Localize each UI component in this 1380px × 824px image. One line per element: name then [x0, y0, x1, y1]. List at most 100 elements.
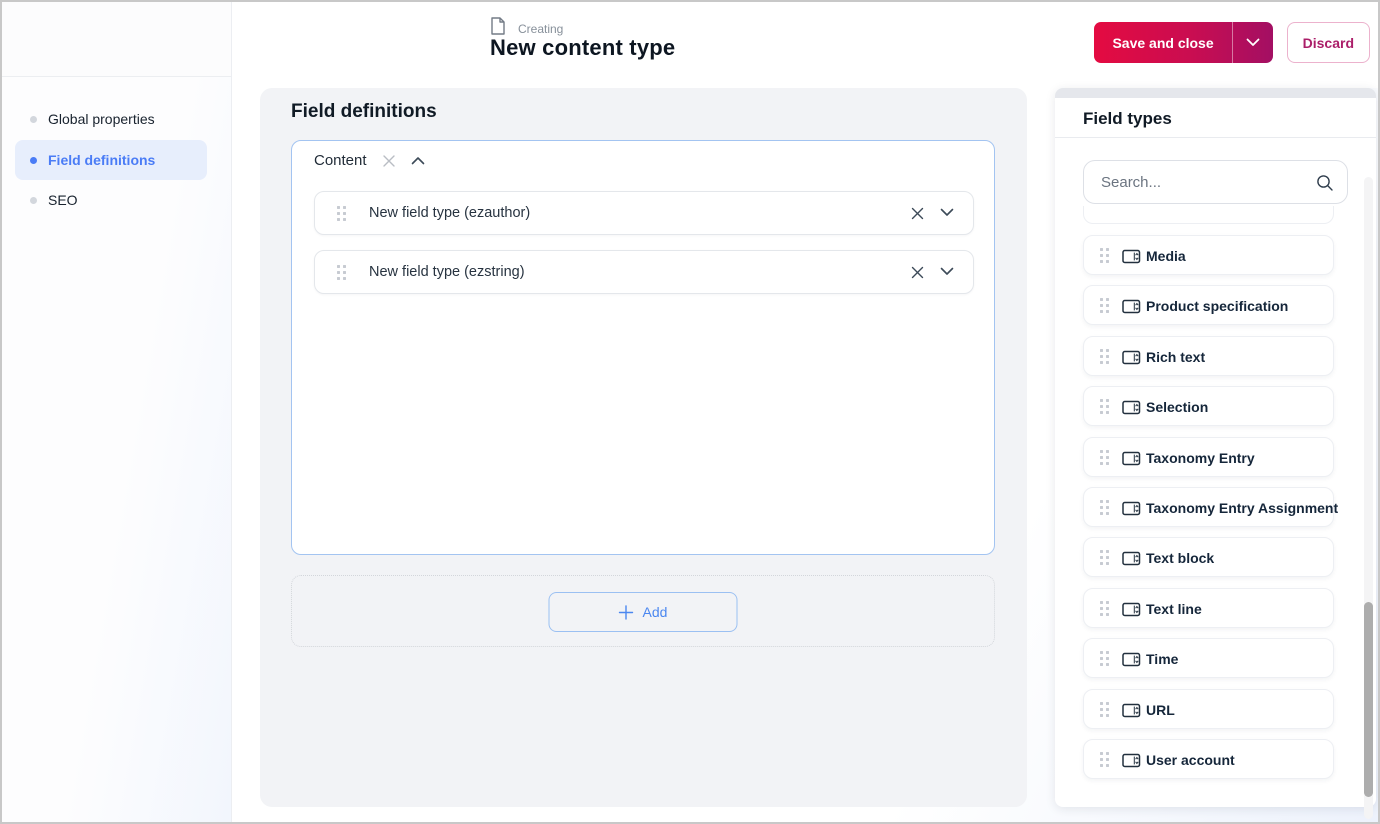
field-type-icon [1122, 299, 1141, 319]
sidebar: Global properties Field definitions SEO [2, 2, 232, 822]
search-icon [1316, 174, 1334, 197]
chevron-down-icon [1246, 38, 1260, 46]
bullet-icon [30, 156, 37, 164]
field-type-label: Time [1146, 651, 1179, 668]
save-and-close-split-button: Save and close [1094, 22, 1273, 63]
field-definition-row[interactable]: New field type (ezauthor) [314, 191, 974, 235]
expand-field-button[interactable] [940, 267, 954, 276]
drag-handle-icon[interactable] [1099, 600, 1110, 622]
field-type-card[interactable]: Product specification [1083, 285, 1334, 326]
field-type-icon [1122, 602, 1141, 622]
plus-icon [618, 604, 634, 620]
content-type-editor: Global properties Field definitions SEO … [0, 0, 1380, 824]
field-type-card[interactable]: Taxonomy Entry Assignment [1083, 486, 1338, 527]
field-type-label: Text line [1146, 600, 1202, 617]
field-type-icon [1122, 400, 1141, 420]
close-icon [911, 207, 924, 220]
header-actions: Save and close Discard [1094, 22, 1370, 63]
field-type-icon [1122, 703, 1141, 723]
drag-handle-icon[interactable] [1099, 247, 1110, 269]
field-definition-row[interactable]: New field type (ezstring) [314, 250, 974, 294]
field-type-card[interactable]: Media [1083, 235, 1334, 275]
save-options-dropdown-button[interactable] [1231, 22, 1273, 63]
page-title: New content type [490, 35, 676, 60]
drag-handle-icon[interactable] [1099, 348, 1110, 370]
sidebar-item-field-definitions[interactable]: Field definitions [15, 140, 207, 180]
drag-handle-icon[interactable] [1099, 751, 1110, 773]
discard-button[interactable]: Discard [1286, 22, 1370, 63]
search-input[interactable] [1101, 161, 1311, 203]
field-definitions-panel: Field definitions Content New field type… [260, 88, 1027, 807]
field-type-card[interactable]: User account [1083, 738, 1334, 779]
context-label: Creating [518, 21, 564, 36]
field-type-card[interactable]: Selection [1083, 386, 1334, 427]
field-type-card[interactable]: Rich text [1083, 335, 1334, 376]
bullet-icon [30, 196, 37, 204]
field-type-card[interactable]: Taxonomy Entry [1083, 436, 1334, 477]
chevron-down-icon [940, 267, 954, 275]
close-icon [382, 154, 395, 167]
scrollbar-thumb[interactable] [1364, 602, 1373, 797]
sidebar-header [2, 2, 231, 77]
expand-field-button[interactable] [940, 208, 954, 217]
add-button-label: Add [642, 604, 668, 620]
save-and-close-button[interactable]: Save and close [1094, 22, 1231, 63]
drag-handle-icon[interactable] [336, 264, 347, 286]
field-type-card-partial[interactable] [1083, 206, 1334, 224]
sidebar-item-seo[interactable]: SEO [15, 183, 207, 217]
field-type-label: Selection [1146, 399, 1209, 416]
divider [1055, 137, 1376, 138]
field-group-content: Content New field type (ezauthor) New fi… [291, 140, 995, 555]
field-type-label: Product specification [1146, 298, 1289, 315]
scrollbar-track[interactable] [1364, 177, 1373, 819]
field-group-label: Content [314, 152, 367, 169]
remove-field-button[interactable] [910, 265, 925, 280]
add-group-dropzone: Add [291, 575, 995, 647]
sidebar-item-global-properties[interactable]: Global properties [15, 102, 207, 136]
drag-handle-icon[interactable] [1099, 701, 1110, 723]
field-type-label: Taxonomy Entry Assignment [1146, 499, 1339, 516]
sidebar-item-label: SEO [48, 192, 78, 208]
collapse-group-button[interactable] [411, 156, 425, 165]
remove-field-button[interactable] [910, 206, 925, 221]
field-type-icon [1122, 249, 1141, 269]
field-group-header: Content [314, 152, 425, 169]
field-type-icon [1122, 652, 1141, 672]
chevron-up-icon [411, 157, 424, 165]
field-type-card[interactable]: Time [1083, 638, 1334, 679]
field-types-list: Media Product specification Rich text Se… [1083, 235, 1338, 789]
drag-handle-icon[interactable] [1099, 398, 1110, 420]
field-type-label: Media [1146, 248, 1186, 264]
drag-handle-icon[interactable] [1099, 549, 1110, 571]
drag-handle-icon[interactable] [1099, 650, 1110, 672]
field-definition-label: New field type (ezstring) [369, 264, 525, 280]
panel-top-strip [1055, 88, 1376, 98]
field-types-title: Field types [1083, 109, 1172, 128]
close-icon [911, 266, 924, 279]
field-type-card[interactable]: URL [1083, 688, 1334, 729]
field-type-icon [1122, 551, 1141, 571]
field-type-label: Text block [1146, 550, 1215, 567]
field-type-label: User account [1146, 751, 1235, 768]
field-type-label: Rich text [1146, 348, 1206, 365]
field-types-panel: Field types Media [1055, 88, 1376, 807]
drag-handle-icon[interactable] [1099, 297, 1110, 319]
add-button[interactable]: Add [548, 592, 738, 632]
drag-handle-icon[interactable] [1099, 449, 1110, 471]
field-types-search [1083, 160, 1348, 204]
field-type-icon [1122, 753, 1141, 773]
field-type-icon [1122, 451, 1141, 471]
field-type-icon [1122, 350, 1141, 370]
field-type-card[interactable]: Text line [1083, 587, 1334, 628]
drag-handle-icon[interactable] [336, 205, 347, 227]
sidebar-item-label: Global properties [48, 111, 155, 127]
field-type-label: Taxonomy Entry [1146, 449, 1255, 466]
page-header: Creating New content type Save and close… [232, 2, 1378, 88]
field-type-card[interactable]: Text block [1083, 537, 1334, 578]
chevron-down-icon [940, 208, 954, 216]
section-title: Field definitions [291, 101, 437, 122]
remove-group-button[interactable] [381, 153, 397, 169]
drag-handle-icon[interactable] [1099, 499, 1110, 521]
field-type-icon [1122, 501, 1141, 521]
field-definition-label: New field type (ezauthor) [369, 205, 531, 221]
